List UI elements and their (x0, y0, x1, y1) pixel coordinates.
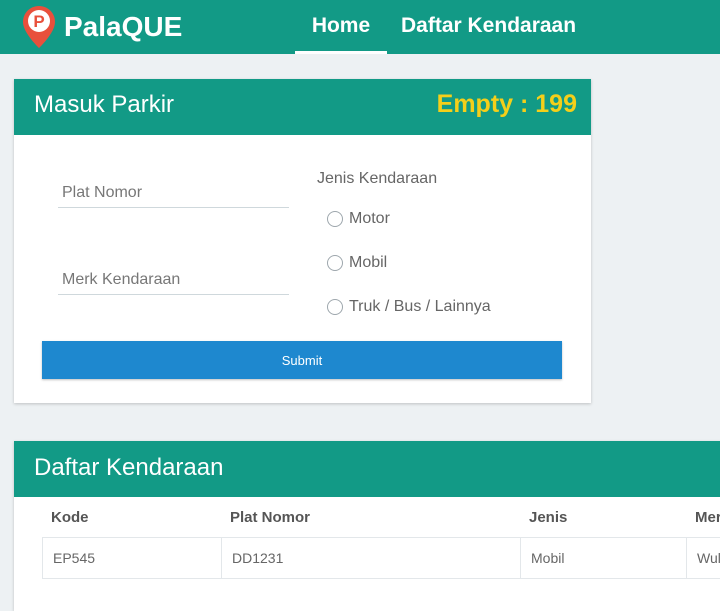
radio-button[interactable] (327, 211, 343, 227)
cell-jenis: Mobil (520, 538, 687, 578)
card-title: Masuk Parkir (34, 91, 175, 118)
cell-merk: Wul (686, 538, 720, 578)
radio-mobil[interactable]: Mobil (327, 252, 387, 274)
radio-motor[interactable]: Motor (327, 208, 390, 230)
radio-label: Mobil (349, 254, 388, 271)
radio-label: Truk / Bus / Lainnya (349, 298, 491, 315)
column-header-merk[interactable]: Mer (695, 509, 720, 526)
merk-kendaraan-input[interactable] (58, 265, 289, 295)
cell-plat-nomor: DD1231 (221, 538, 521, 578)
list-header: Daftar Kendaraan (14, 441, 720, 497)
radio-label: Motor (349, 210, 390, 227)
parking-pin-icon: P (23, 6, 55, 48)
jenis-kendaraan-label: Jenis Kendaraan (317, 170, 438, 187)
empty-slots-counter: Empty : 199 (436, 90, 577, 118)
svg-text:P: P (33, 12, 44, 31)
nav-home[interactable]: Home (295, 0, 387, 54)
radio-truk-bus-lainnya[interactable]: Truk / Bus / Lainnya (327, 296, 491, 318)
column-header-plat-nomor[interactable]: Plat Nomor (230, 509, 310, 526)
nav-daftar-kendaraan[interactable]: Daftar Kendaraan (401, 0, 576, 54)
cell-kode: EP545 (42, 538, 222, 578)
list-title: Daftar Kendaraan (34, 454, 224, 481)
radio-button[interactable] (327, 255, 343, 271)
submit-button[interactable]: Submit (42, 341, 562, 379)
masuk-parkir-card: Masuk Parkir Empty : 199 Jenis Kendaraan… (14, 79, 591, 403)
daftar-kendaraan-card: Daftar Kendaraan Kode Plat Nomor Jenis M… (14, 441, 720, 611)
radio-button[interactable] (327, 299, 343, 315)
top-navbar: P PalaQUE Home Daftar Kendaraan (0, 0, 720, 54)
table-row[interactable]: EP545 DD1231 Mobil Wul (42, 537, 720, 579)
card-header: Masuk Parkir Empty : 199 (14, 79, 591, 135)
column-header-jenis[interactable]: Jenis (529, 509, 567, 526)
plat-nomor-input[interactable] (58, 178, 289, 208)
brand[interactable]: P PalaQUE (22, 6, 183, 48)
brand-name: PalaQUE (64, 11, 183, 42)
column-header-kode[interactable]: Kode (51, 509, 89, 526)
